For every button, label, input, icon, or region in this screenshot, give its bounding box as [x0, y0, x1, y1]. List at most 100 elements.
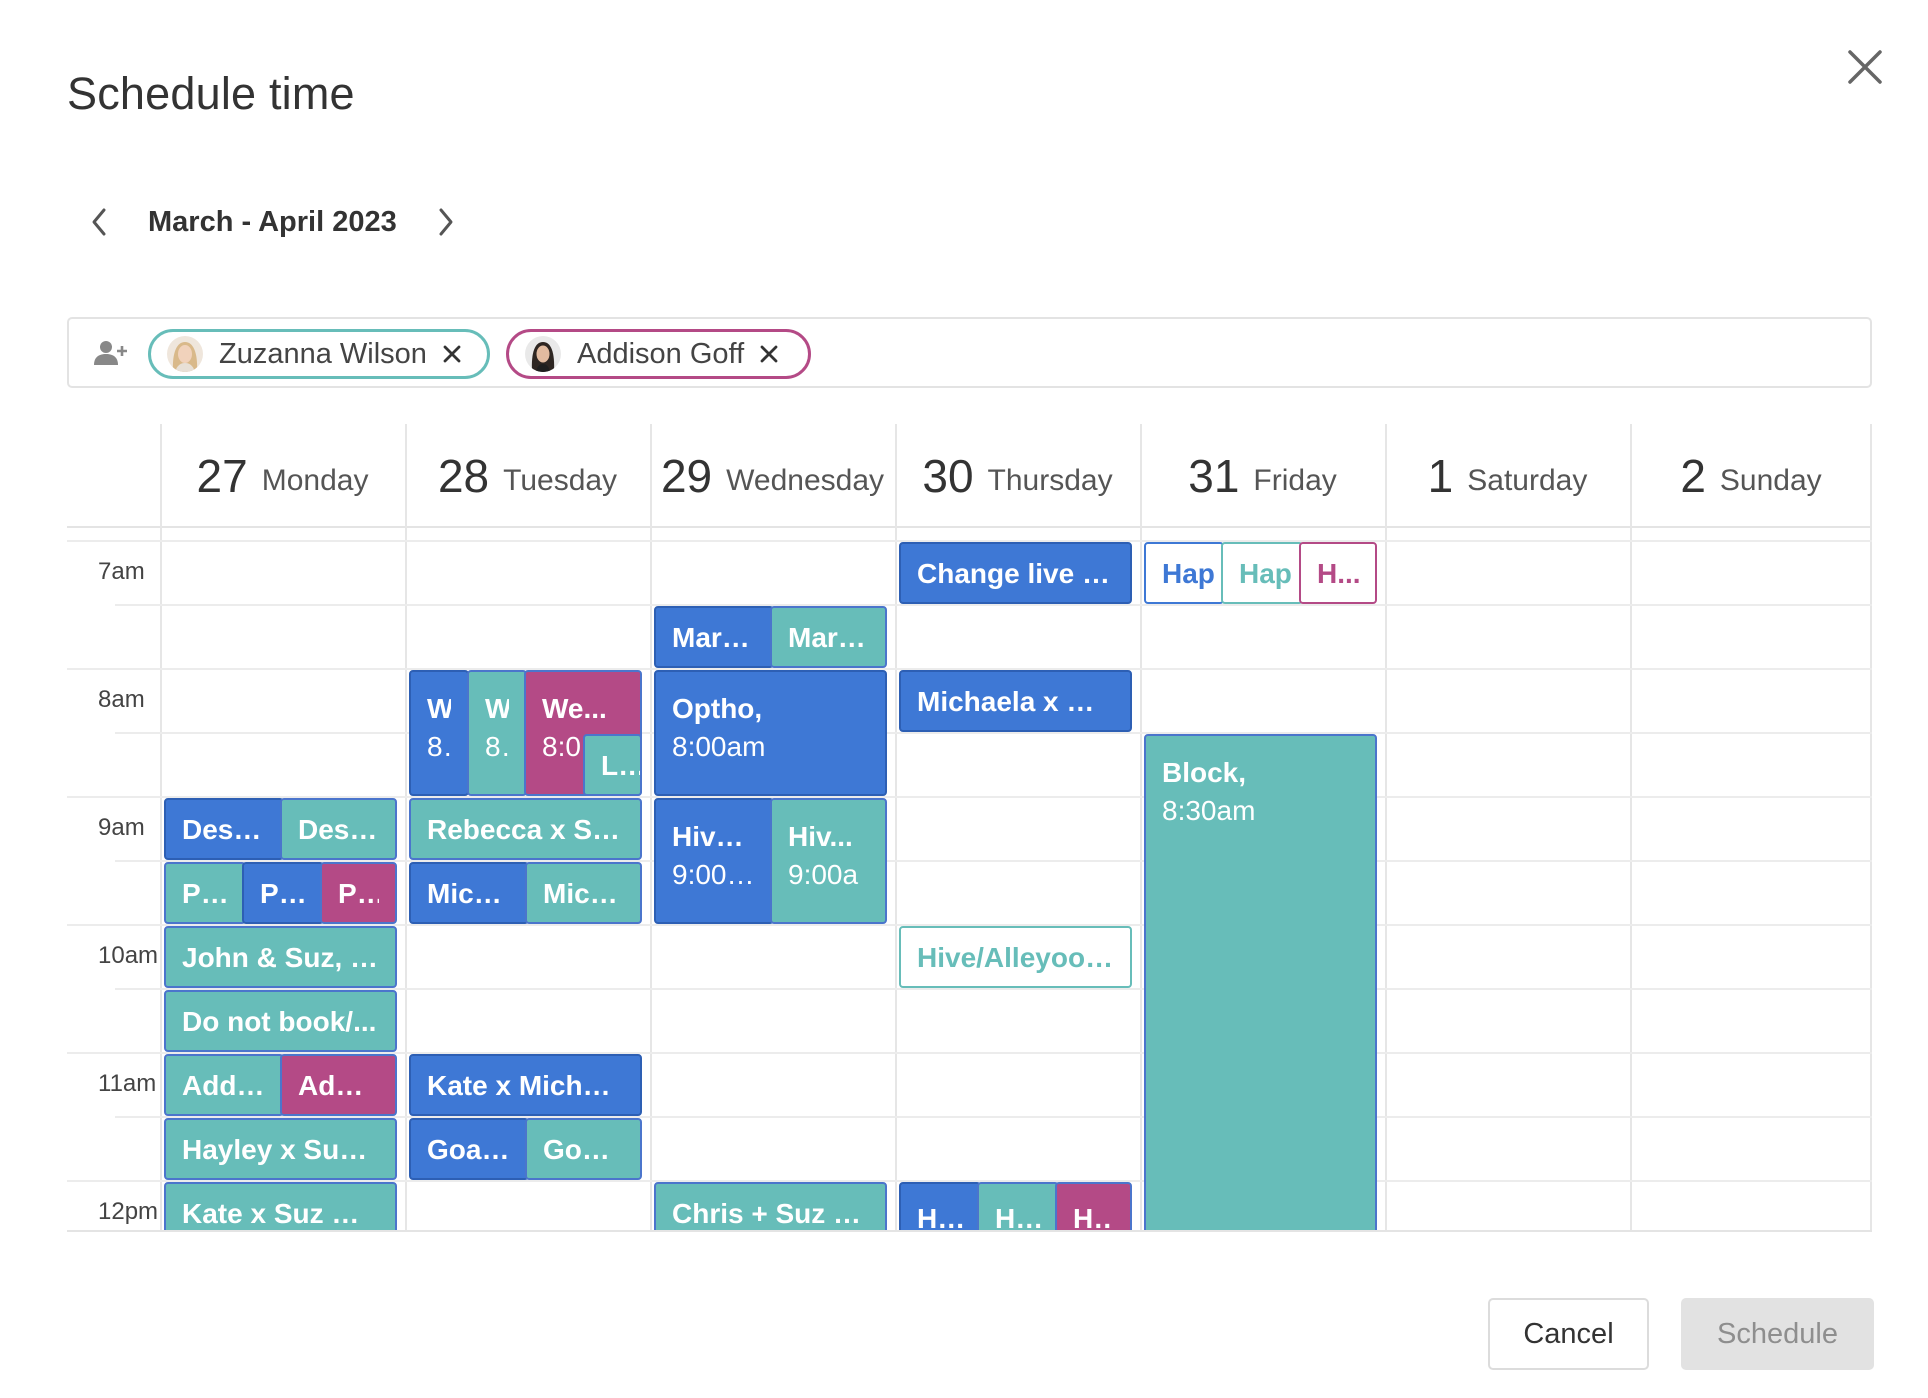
- event-block[interactable]: Michae: [409, 862, 529, 924]
- attendee-name: Addison Goff: [577, 337, 745, 370]
- event-block[interactable]: Desi...: [280, 798, 397, 860]
- event-title: Hayley x Suz ...: [182, 1134, 379, 1165]
- event-block[interactable]: We 8:0: [409, 670, 469, 796]
- time-label: 8am: [98, 686, 145, 713]
- close-icon[interactable]: [1842, 44, 1888, 90]
- event-title: Rebecca x Su...: [427, 814, 624, 845]
- event-block[interactable]: Addy x: [164, 1054, 284, 1116]
- event-title: Desi...: [298, 814, 379, 845]
- avatar: [525, 336, 561, 372]
- event-block[interactable]: Mich...: [525, 862, 642, 924]
- calendar-bottom-border: [67, 1230, 1872, 1232]
- event-block[interactable]: Rebecca x Su...: [409, 798, 642, 860]
- day-number: 28: [437, 450, 490, 502]
- schedule-button[interactable]: Schedule: [1681, 1298, 1874, 1370]
- day-name: Saturday: [1467, 464, 1588, 497]
- event-block[interactable]: H...: [1299, 542, 1377, 604]
- day-name: Sunday: [1719, 464, 1822, 497]
- event-block[interactable]: Mark...: [770, 606, 887, 668]
- grid-line: [115, 604, 1872, 606]
- remove-attendee-icon[interactable]: [758, 343, 780, 365]
- day-header-saturday[interactable]: 1 Saturday: [1385, 424, 1630, 528]
- event-block[interactable]: Hap: [1144, 542, 1224, 604]
- event-block[interactable]: Do not book/...: [164, 990, 397, 1052]
- day-header-sunday[interactable]: 2 Sunday: [1630, 424, 1872, 528]
- event-title: Hive: [995, 1203, 1041, 1232]
- day-number: 2: [1680, 450, 1706, 502]
- event-block[interactable]: H...: [1055, 1182, 1132, 1232]
- event-title: Design: [182, 814, 266, 845]
- event-time: 8:0: [485, 731, 509, 762]
- attendee-chip: Zuzanna Wilson: [148, 329, 490, 379]
- day-header-thursday[interactable]: 30 Thursday: [895, 424, 1140, 528]
- event-title: Marketi: [672, 622, 756, 653]
- attendee-chip: Addison Goff: [506, 329, 811, 379]
- day-name: Friday: [1253, 464, 1337, 497]
- event-block[interactable]: Hive: [977, 1182, 1059, 1232]
- event-block[interactable]: Change live w...: [899, 542, 1132, 604]
- remove-attendee-icon[interactable]: [441, 343, 463, 365]
- event-title: Change live w...: [917, 558, 1114, 589]
- event-block[interactable]: Block, 8:30am: [1144, 734, 1377, 1232]
- event-title: Michaela x Ha...: [917, 686, 1114, 717]
- event-block[interactable]: Kate x Suz 😊,...: [164, 1182, 397, 1232]
- event-title: We...: [542, 693, 607, 724]
- time-grid[interactable]: 7am 8am 9am 10am 11am 12pm Change live w…: [67, 528, 1872, 1232]
- avatar: [167, 336, 203, 372]
- event-block[interactable]: Kate x Michae...: [409, 1054, 642, 1116]
- day-name: Monday: [261, 464, 369, 497]
- event-block[interactable]: L...: [583, 734, 642, 796]
- event-block[interactable]: John & Suz, 1...: [164, 926, 397, 988]
- event-block[interactable]: Pr...: [320, 862, 397, 924]
- event-block[interactable]: Hive: [899, 1182, 981, 1232]
- event-title: Do not book/...: [182, 1006, 377, 1037]
- event-title: Hiv...: [788, 821, 853, 852]
- day-number: 27: [196, 450, 248, 502]
- month-label: March - April 2023: [148, 205, 397, 238]
- day-header-monday[interactable]: 27 Monday: [160, 424, 405, 528]
- event-title: Optho,: [672, 693, 763, 724]
- event-time: 8:00am: [672, 731, 766, 762]
- day-header-tuesday[interactable]: 28 Tuesday: [405, 424, 650, 528]
- event-title: Hive Go: [672, 821, 756, 852]
- event-block[interactable]: Marketi: [654, 606, 774, 668]
- time-label: 12pm: [98, 1198, 159, 1225]
- day-number: 29: [660, 450, 713, 502]
- chevron-right-icon[interactable]: [431, 200, 461, 244]
- event-block[interactable]: Hiv... 9:00a: [770, 798, 887, 924]
- attendee-name: Zuzanna Wilson: [219, 337, 427, 370]
- day-name: Tuesday: [503, 464, 618, 497]
- event-block[interactable]: Hive/Alleyoop...: [899, 926, 1132, 988]
- event-block[interactable]: Michaela x Ha...: [899, 670, 1132, 732]
- event-title: Hive/Alleyoop...: [917, 942, 1114, 973]
- event-block[interactable]: Proc: [242, 862, 324, 924]
- event-title: Hap: [1162, 558, 1215, 589]
- day-header-friday[interactable]: 31 Friday: [1140, 424, 1385, 528]
- attendee-picker[interactable]: Zuzanna Wilson Addison Goff: [67, 317, 1872, 388]
- add-person-icon[interactable]: [93, 339, 127, 367]
- day-number: 30: [922, 450, 974, 502]
- cancel-button[interactable]: Cancel: [1488, 1298, 1649, 1370]
- page-title: Schedule time: [67, 68, 355, 119]
- event-title: Chris + Suz (r...: [672, 1198, 869, 1229]
- event-title: H...: [1073, 1203, 1114, 1232]
- event-block[interactable]: Hap: [1221, 542, 1303, 604]
- event-block[interactable]: Hive Go 9:00am: [654, 798, 774, 924]
- event-block[interactable]: Design: [164, 798, 284, 860]
- calendar-header: 27 Monday 28 Tuesday 29 Wednesday 30 Thursda…: [67, 424, 1872, 528]
- event-block[interactable]: Chris + Suz (r...: [654, 1182, 887, 1232]
- event-block[interactable]: Goal...: [525, 1118, 642, 1180]
- day-header-wednesday[interactable]: 29 Wednesday: [650, 424, 895, 528]
- event-block[interactable]: Goals v: [409, 1118, 529, 1180]
- time-label: 11am: [98, 1070, 157, 1097]
- event-block[interactable]: Proc: [164, 862, 246, 924]
- event-block[interactable]: Hayley x Suz ...: [164, 1118, 397, 1180]
- event-block[interactable]: We 8:0: [467, 670, 527, 796]
- time-label: 7am: [98, 558, 145, 585]
- chevron-left-icon[interactable]: [84, 200, 114, 244]
- event-title: John & Suz, 1...: [182, 942, 379, 973]
- event-title: Goals v: [427, 1134, 511, 1165]
- event-block[interactable]: Addy...: [280, 1054, 397, 1116]
- event-title: Pr...: [338, 878, 379, 909]
- event-block[interactable]: Optho, 8:00am: [654, 670, 887, 796]
